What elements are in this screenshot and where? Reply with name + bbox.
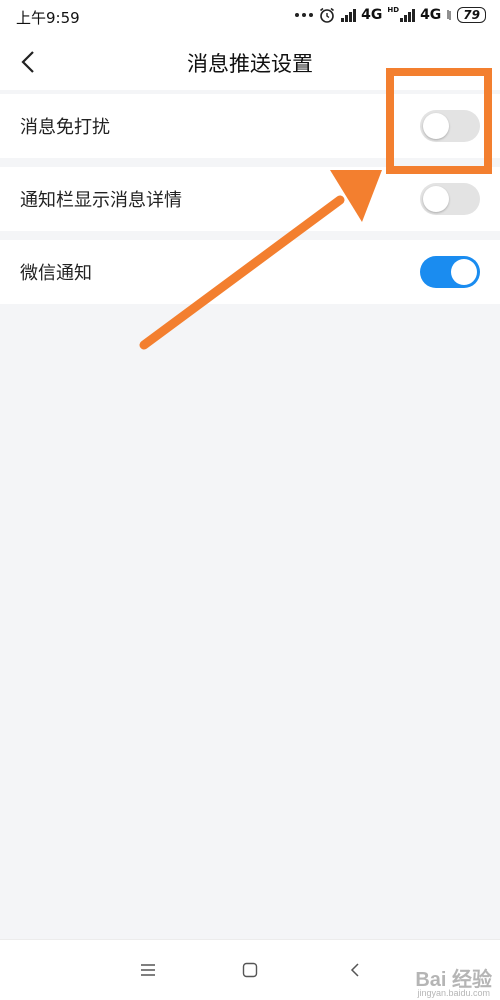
setting-row-show-details: 通知栏显示消息详情 <box>0 167 500 231</box>
show-details-toggle[interactable] <box>420 183 480 215</box>
data-transfer-icon <box>447 10 451 20</box>
signal-strength-icon <box>341 8 357 22</box>
setting-label: 微信通知 <box>20 263 92 284</box>
nav-back-button[interactable] <box>343 958 367 982</box>
home-square-icon <box>242 962 258 978</box>
menu-icon <box>141 964 155 976</box>
network-type-1: 4G <box>361 7 383 23</box>
setting-row-wechat-notification: 微信通知 <box>0 240 500 304</box>
menu-button[interactable] <box>136 958 160 982</box>
status-time: 上午9:59 <box>16 9 80 27</box>
setting-label: 通知栏显示消息详情 <box>20 190 182 211</box>
status-bar: 上午9:59 4G HD 4G 79 <box>0 0 500 34</box>
hd-label: HD <box>387 6 400 14</box>
header: 消息推送设置 <box>0 34 500 90</box>
home-button[interactable] <box>238 958 262 982</box>
toggle-knob <box>423 113 449 139</box>
wechat-notification-toggle[interactable] <box>420 256 480 288</box>
alarm-icon <box>320 7 335 23</box>
setting-label: 消息免打扰 <box>20 117 110 138</box>
toggle-knob <box>451 259 477 285</box>
chevron-left-icon <box>350 963 359 977</box>
signal-strength-icon-2 <box>400 8 416 22</box>
network-type-2: 4G <box>420 7 442 23</box>
toggle-knob <box>423 186 449 212</box>
page-title: 消息推送设置 <box>187 52 313 76</box>
status-icons: 4G HD 4G 79 <box>295 6 486 24</box>
do-not-disturb-toggle[interactable] <box>420 110 480 142</box>
more-notifications-icon <box>295 13 314 17</box>
setting-row-do-not-disturb: 消息免打扰 <box>0 94 500 158</box>
watermark-url: jingyan.baidu.com <box>417 988 490 998</box>
battery-level: 79 <box>457 7 486 23</box>
